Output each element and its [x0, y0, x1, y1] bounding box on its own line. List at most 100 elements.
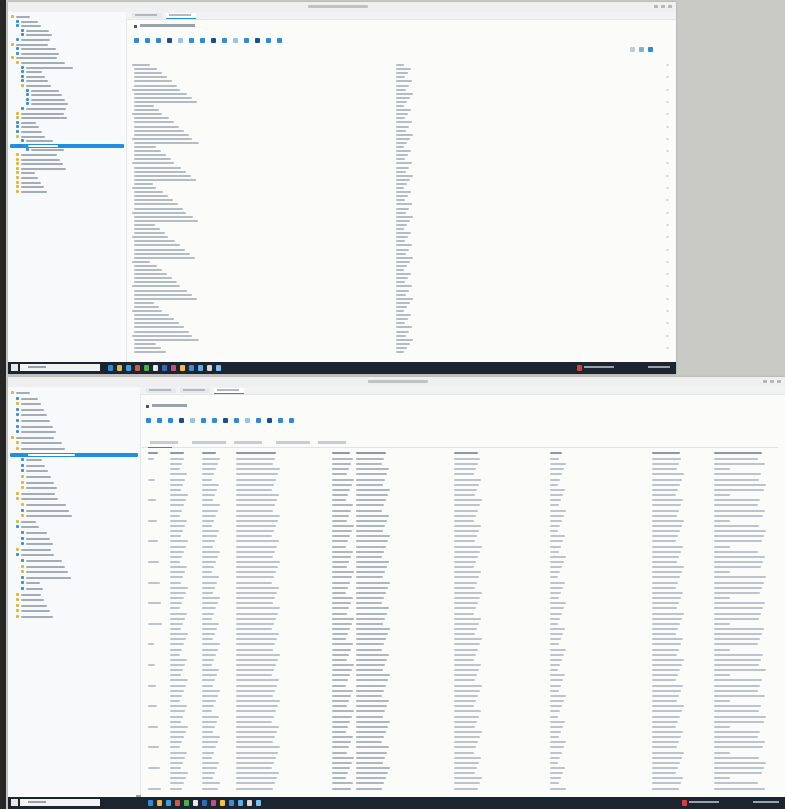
app-icon[interactable] — [247, 800, 252, 806]
table-row[interactable] — [142, 622, 778, 626]
column-header[interactable] — [202, 452, 216, 454]
table-row[interactable] — [142, 700, 778, 703]
binoculars-icon[interactable] — [278, 418, 283, 423]
back-icon[interactable] — [157, 418, 162, 423]
close-icon[interactable] — [777, 380, 781, 383]
tree-item[interactable] — [16, 120, 119, 125]
table-row[interactable] — [142, 535, 778, 538]
tree-item[interactable] — [16, 171, 119, 175]
column-header[interactable] — [148, 452, 158, 454]
table-row[interactable] — [142, 648, 778, 652]
panel-toggle-icon[interactable] — [639, 47, 644, 52]
table-row[interactable] — [142, 540, 778, 543]
table-row[interactable] — [142, 720, 778, 724]
app-icon[interactable] — [238, 800, 243, 806]
app-icon[interactable] — [202, 800, 207, 806]
table-row[interactable] — [142, 519, 778, 523]
tree-item[interactable] — [26, 102, 119, 106]
tree-item[interactable] — [10, 452, 138, 457]
tree-icon[interactable] — [201, 418, 206, 423]
table-row[interactable] — [142, 658, 778, 662]
app-icon[interactable] — [153, 365, 158, 371]
table-row[interactable] — [142, 705, 778, 708]
column-header[interactable] — [454, 452, 478, 454]
tree-item[interactable] — [16, 413, 133, 417]
table-row[interactable] — [142, 566, 778, 569]
table-row[interactable] — [142, 483, 778, 487]
table-row[interactable] — [142, 710, 778, 713]
maximize-icon[interactable] — [661, 5, 665, 8]
tree-item[interactable] — [21, 575, 133, 580]
checkbox-icon[interactable] — [178, 38, 183, 43]
tree-item[interactable] — [16, 157, 119, 162]
tree-item[interactable] — [16, 189, 119, 194]
tree-item[interactable] — [16, 51, 119, 56]
table-row[interactable] — [142, 664, 778, 667]
table-row[interactable] — [142, 478, 778, 482]
data-view-tab[interactable] — [276, 441, 310, 444]
start-icon[interactable] — [11, 364, 18, 371]
panel-toggle-icon[interactable] — [630, 47, 635, 52]
tree-item[interactable] — [16, 176, 119, 180]
tree-item[interactable] — [21, 469, 133, 473]
table-row[interactable] — [142, 597, 778, 600]
app-icon[interactable] — [175, 800, 180, 806]
table-row[interactable] — [142, 463, 778, 466]
tree-item[interactable] — [16, 447, 133, 451]
app-icon[interactable] — [184, 800, 189, 806]
table-row[interactable] — [142, 669, 778, 672]
table-row[interactable] — [142, 617, 778, 621]
app-icon[interactable] — [162, 365, 167, 371]
table-row[interactable] — [142, 550, 778, 554]
app-icon[interactable] — [193, 800, 198, 806]
tree-item[interactable] — [21, 70, 119, 74]
forward-icon[interactable] — [156, 38, 161, 43]
table-row[interactable] — [142, 591, 778, 595]
table-row[interactable] — [142, 777, 778, 780]
table-row[interactable] — [142, 530, 778, 533]
tree-item[interactable] — [21, 587, 133, 591]
tree-icon[interactable] — [189, 38, 194, 43]
run-icon[interactable] — [222, 38, 227, 43]
tree-item[interactable] — [16, 185, 119, 189]
tree-item[interactable] — [26, 148, 119, 152]
tree-item[interactable] — [21, 84, 119, 88]
app-icon[interactable] — [108, 365, 113, 371]
tree-item[interactable] — [16, 61, 119, 65]
tree-item[interactable] — [16, 125, 119, 129]
tree-item[interactable] — [21, 542, 133, 546]
editor-tab[interactable] — [146, 388, 176, 393]
panel-toggle-icon[interactable] — [648, 47, 653, 52]
tree-item[interactable] — [16, 130, 119, 134]
start-icon[interactable] — [11, 799, 18, 806]
table-row[interactable] — [142, 504, 778, 507]
table-row[interactable] — [142, 581, 778, 585]
table-row[interactable] — [142, 633, 778, 636]
settings-icon[interactable] — [277, 38, 282, 43]
table-row[interactable] — [142, 638, 778, 641]
tree-item[interactable] — [21, 463, 133, 468]
app-icon[interactable] — [216, 365, 221, 371]
tree-item[interactable] — [16, 38, 119, 42]
table-row[interactable] — [142, 494, 778, 497]
minimize-icon[interactable] — [654, 5, 658, 8]
tag-icon[interactable] — [244, 38, 249, 43]
link-icon[interactable] — [255, 38, 260, 43]
editor-tab[interactable] — [214, 388, 244, 394]
table-row[interactable] — [142, 741, 778, 744]
tree-item[interactable] — [21, 475, 133, 479]
data-view-tab[interactable] — [192, 441, 226, 444]
column-header[interactable] — [332, 452, 350, 454]
table-row[interactable] — [142, 772, 778, 775]
minimize-icon[interactable] — [763, 380, 767, 383]
table-row[interactable] — [142, 607, 778, 610]
table-row[interactable] — [142, 488, 778, 492]
taskbar-search[interactable] — [20, 799, 100, 806]
tree-item[interactable] — [11, 42, 119, 47]
tree-item[interactable] — [16, 153, 119, 157]
table-row[interactable] — [142, 756, 778, 760]
tree-item[interactable] — [16, 24, 119, 28]
tree-item[interactable] — [16, 497, 133, 501]
table-row[interactable] — [142, 684, 778, 688]
tree-item[interactable] — [16, 166, 119, 171]
